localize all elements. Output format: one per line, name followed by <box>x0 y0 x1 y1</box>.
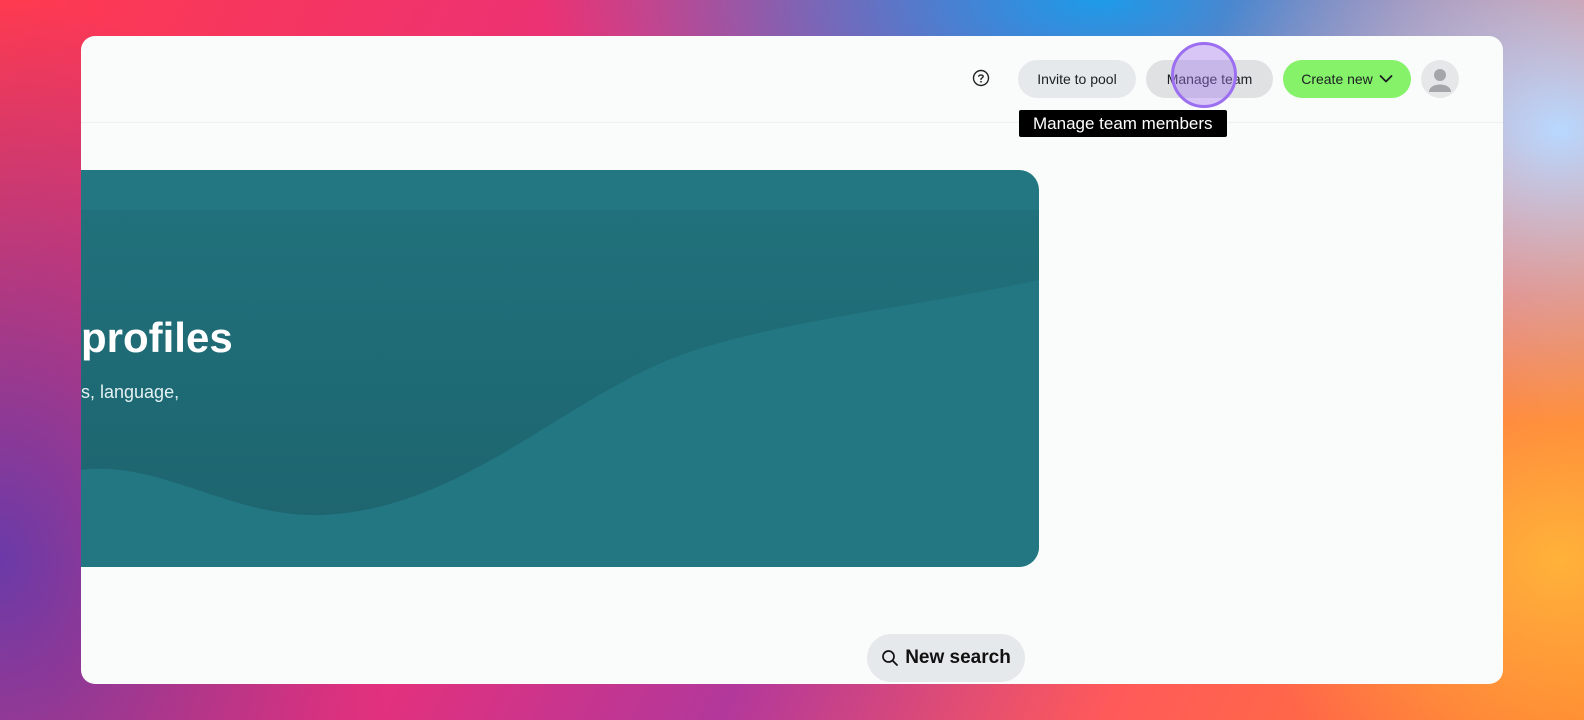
create-label: Create new <box>1301 71 1373 87</box>
search-icon <box>882 650 899 666</box>
hero-banner: profiles s, language, <box>81 170 1039 567</box>
manage-label: Manage team <box>1166 71 1253 87</box>
user-avatar-icon <box>1429 69 1451 92</box>
hero-subtitle: s, language, <box>81 382 180 402</box>
new-search-label: New search <box>905 647 1011 668</box>
top-bar: Invite to pool Manage team Create new <box>81 36 1503 123</box>
user-avatar-button[interactable] <box>1421 60 1459 98</box>
hero-wave-decoration <box>81 210 1039 567</box>
tooltip: Manage team members <box>1019 110 1227 137</box>
chevron-down-icon <box>1379 75 1393 83</box>
create-new-button[interactable]: Create new <box>1283 60 1411 98</box>
invite-to-pool-button[interactable]: Invite to pool <box>1018 60 1136 98</box>
manage-team-button[interactable]: Manage team <box>1146 60 1273 98</box>
new-search-button[interactable]: New search <box>867 634 1025 682</box>
hero-title: profiles <box>81 314 233 361</box>
app-window: Invite to pool Manage team Create new Ma… <box>81 36 1503 684</box>
invite-label: Invite to pool <box>1037 71 1117 87</box>
help-button[interactable] <box>969 66 993 90</box>
question-circle-icon <box>972 69 990 87</box>
